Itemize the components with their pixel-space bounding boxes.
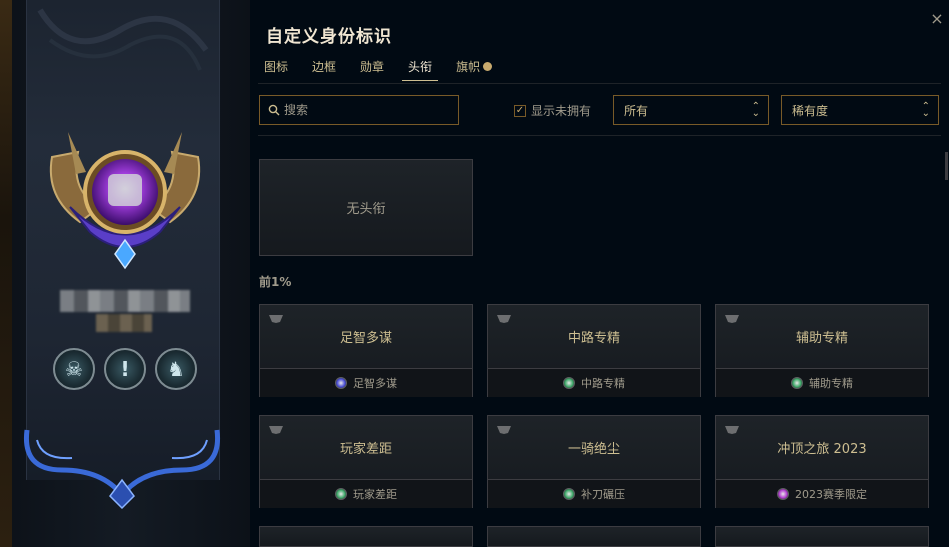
title-card-name: 一骑绝尘 — [567, 442, 620, 457]
tab-label: 头衔 — [408, 60, 433, 74]
challenge-orb-icon — [335, 488, 347, 500]
title-card-name: 冲顶之旅 2023 — [777, 442, 867, 457]
show-unowned-label: 显示未拥有 — [531, 104, 592, 118]
show-unowned-checkbox[interactable]: ✓ — [514, 104, 526, 117]
summoner-tag-blurred — [96, 314, 152, 332]
filter-divider — [258, 135, 941, 136]
header-divider — [258, 83, 941, 84]
wolf-icon[interactable]: ♞ — [155, 348, 197, 390]
tab-emblems[interactable]: 勋章 — [360, 58, 384, 79]
section-heading: 前1% — [259, 275, 292, 289]
no-title-label: 无头衔 — [346, 202, 386, 217]
title-card-header: 足智多谋 — [260, 305, 472, 369]
title-card-source: 2023赛季限定 — [716, 480, 928, 508]
title-card[interactable]: 玩家差距 玩家差距 — [259, 415, 473, 508]
scrollbar-thumb[interactable] — [945, 152, 948, 180]
ownership-select-value: 所有 — [624, 103, 649, 118]
title-card[interactable]: 一骑绝尘补刀碾压 — [487, 415, 701, 508]
banner-top-ornament — [37, 8, 209, 71]
search-box[interactable] — [259, 95, 459, 125]
tab-label: 旗帜 — [456, 60, 481, 74]
tab-icons[interactable]: 图标 — [264, 58, 288, 79]
tab-label: 边框 — [312, 60, 337, 74]
title-card-name: 玩家差距 — [339, 442, 392, 457]
tab-titles[interactable]: 头衔 — [402, 58, 439, 81]
badge-glyph: ! — [120, 357, 130, 381]
close-icon[interactable]: × — [928, 10, 946, 28]
rarity-gem-icon — [725, 315, 739, 323]
title-card-name: 足智多谋 — [339, 331, 392, 346]
title-card-partial[interactable] — [259, 526, 473, 547]
notification-dot — [483, 62, 493, 71]
badge-glyph: ♞ — [167, 357, 185, 381]
title-card-source-label: 中路专精 — [581, 377, 625, 390]
up-down-chevron-icon: ⌃ ⌄ — [751, 101, 760, 119]
title-card-name: 中路专精 — [567, 331, 620, 346]
title-card-header: 冲顶之旅 2023 — [716, 416, 928, 480]
window-title: 自定义身份标识 — [266, 27, 392, 47]
title-card-source: 玩家差距 — [260, 480, 472, 508]
title-card-partial[interactable] — [715, 526, 929, 547]
rarity-gem-icon — [497, 315, 511, 323]
tab-banners[interactable]: 旗帜 — [456, 58, 493, 79]
rank-crest-emblem — [49, 132, 201, 270]
title-card[interactable]: 足智多谋 足智多谋 — [259, 304, 473, 397]
title-card-partial[interactable] — [487, 526, 701, 547]
summoner-name-blurred — [60, 290, 190, 312]
identity-banner-panel: ☠ ! ♞ — [0, 0, 250, 547]
title-card[interactable]: 中路专精 中路专精 — [487, 304, 701, 397]
challenge-orb-icon — [335, 377, 347, 389]
title-card-source-label: 玩家差距 — [353, 488, 397, 501]
challenge-orb-icon — [563, 488, 575, 500]
tab-borders[interactable]: 边框 — [312, 58, 336, 79]
mask-icon[interactable]: ☠ — [53, 348, 95, 390]
sort-select-value: 稀有度 — [792, 103, 829, 118]
title-card[interactable]: 冲顶之旅 2023 2023赛季限定 — [715, 415, 929, 508]
tab-bar: 图标 边框 勋章 头衔 旗帜 — [264, 58, 516, 81]
banner-bottom-ornament — [23, 429, 221, 510]
rarity-gem-icon — [269, 315, 283, 323]
title-card-header: 一骑绝尘 — [488, 416, 700, 480]
exclamation-icon[interactable]: ! — [104, 348, 146, 390]
challenge-orb-icon — [563, 377, 575, 389]
challenge-orb-icon — [777, 488, 789, 500]
title-card-source: 辅助专精 — [716, 369, 928, 397]
title-card-source: 补刀碾压 — [488, 480, 700, 508]
title-card-source: 足智多谋 — [260, 369, 472, 397]
tab-label: 勋章 — [360, 60, 385, 74]
title-card-source-label: 辅助专精 — [809, 377, 853, 390]
title-card-source-label: 2023赛季限定 — [795, 488, 867, 501]
left-edge-decoration — [0, 0, 12, 547]
rarity-gem-icon — [725, 426, 739, 434]
challenge-orb-icon — [791, 377, 803, 389]
title-card-source: 中路专精 — [488, 369, 700, 397]
title-card-source-label: 足智多谋 — [353, 377, 397, 390]
sort-select[interactable]: 稀有度 ⌃ ⌄ — [781, 95, 939, 125]
search-input[interactable] — [284, 103, 444, 117]
rarity-gem-icon — [269, 426, 283, 434]
search-icon — [268, 104, 280, 116]
title-card-header: 玩家差距 — [260, 416, 472, 480]
title-card-name: 辅助专精 — [795, 331, 848, 346]
rarity-gem-icon — [497, 426, 511, 434]
badge-glyph: ☠ — [65, 357, 83, 381]
title-card-header: 辅助专精 — [716, 305, 928, 369]
title-card[interactable]: 辅助专精 辅助专精 — [715, 304, 929, 397]
tab-label: 图标 — [264, 60, 289, 74]
ownership-select[interactable]: 所有 ⌃ ⌄ — [613, 95, 769, 125]
title-card-header: 中路专精 — [488, 305, 700, 369]
up-down-chevron-icon: ⌃ ⌄ — [921, 101, 930, 119]
no-title-card[interactable]: 无头衔 — [259, 159, 473, 256]
show-unowned-toggle[interactable]: ✓ 显示未拥有 — [514, 102, 591, 119]
title-card-source-label: 补刀碾压 — [581, 488, 625, 501]
